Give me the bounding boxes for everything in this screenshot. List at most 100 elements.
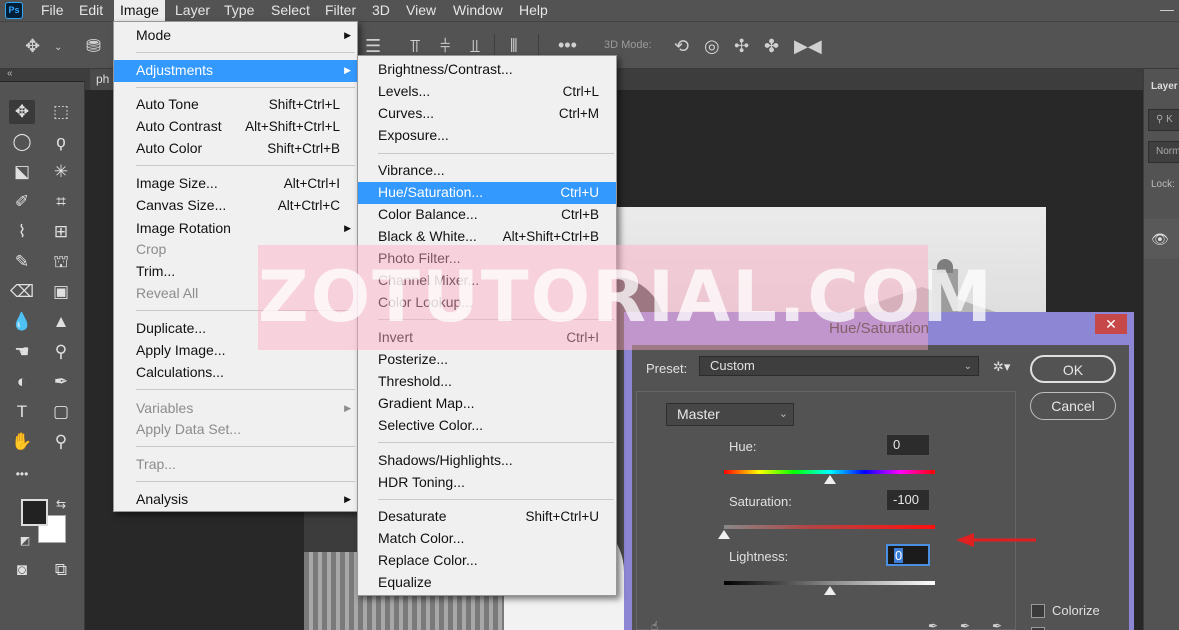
gear-icon[interactable]: ✲▾ bbox=[993, 359, 1010, 375]
menu-item-levels[interactable]: Levels... Ctrl+L bbox=[358, 81, 616, 103]
cancel-button[interactable]: Cancel bbox=[1030, 392, 1116, 420]
layers-panel-title[interactable]: Layer bbox=[1151, 81, 1178, 92]
menu-3d[interactable]: 3D bbox=[366, 0, 396, 21]
3d-pan-icon[interactable]: ✣ bbox=[734, 37, 749, 55]
more-tools-icon[interactable]: ••• bbox=[9, 462, 35, 486]
sharpen-tool-icon[interactable]: ▲ bbox=[48, 310, 74, 334]
menu-item-selective-color[interactable]: Selective Color... bbox=[358, 415, 616, 437]
hue-slider-handle[interactable] bbox=[823, 475, 836, 484]
3d-slide-icon[interactable]: ✤ bbox=[764, 37, 779, 55]
eyedropper-icon[interactable]: ✒ bbox=[928, 619, 938, 630]
chevron-down-icon[interactable]: ⌄ bbox=[54, 39, 62, 57]
menu-item-threshold[interactable]: Threshold... bbox=[358, 371, 616, 393]
menu-item-shadows-highlights[interactable]: Shadows/Highlights... bbox=[358, 450, 616, 472]
blur-tool-icon[interactable]: 💧 bbox=[9, 310, 35, 334]
healing-brush-icon[interactable]: ⌇ bbox=[9, 220, 35, 244]
menu-item-equalize[interactable]: Equalize bbox=[358, 572, 616, 594]
marquee-tool-icon[interactable]: ⬚ bbox=[48, 100, 74, 124]
zoom-tool-icon[interactable]: ⚲ bbox=[48, 430, 74, 454]
menu-item-mode[interactable]: Mode ▶ bbox=[114, 25, 357, 47]
3d-roll-icon[interactable]: ◎ bbox=[704, 37, 720, 55]
auto-select-icon[interactable]: ⛃ bbox=[86, 37, 101, 55]
menu-edit[interactable]: Edit bbox=[73, 0, 109, 21]
menu-layer[interactable]: Layer bbox=[169, 0, 216, 21]
menu-item-hue-saturation[interactable]: Hue/Saturation... Ctrl+U bbox=[358, 182, 616, 204]
menu-item-brightness-contrast[interactable]: Brightness/Contrast... bbox=[358, 59, 616, 81]
menu-item-auto-contrast[interactable]: Auto Contrast Alt+Shift+Ctrl+L bbox=[114, 116, 357, 138]
layer-filter-search[interactable]: ⚲ K bbox=[1148, 109, 1179, 131]
dodge-tool-icon[interactable]: ⚲ bbox=[48, 340, 74, 364]
screen-mode-icon[interactable]: ⧉ bbox=[48, 558, 74, 582]
targeted-adjustment-icon[interactable]: ☝ bbox=[651, 619, 658, 630]
menu-item-exposure[interactable]: Exposure... bbox=[358, 125, 616, 147]
frame-tool-icon[interactable]: ⊞ bbox=[48, 220, 74, 244]
eyedropper-plus-icon[interactable]: ✒ bbox=[960, 619, 970, 630]
burn-tool-icon[interactable]: ◐ bbox=[9, 370, 35, 394]
swap-colors-icon[interactable]: ⇆ bbox=[48, 492, 74, 516]
saturation-slider-handle[interactable] bbox=[718, 530, 730, 539]
type-tool-icon[interactable]: T bbox=[9, 400, 35, 424]
3d-scale-icon[interactable]: ▶◀ bbox=[794, 37, 822, 55]
menu-item-auto-color[interactable]: Auto Color Shift+Ctrl+B bbox=[114, 138, 357, 160]
stamp-tool-icon[interactable]: ⛫ bbox=[48, 250, 74, 274]
lasso-tool-icon[interactable]: ϙ bbox=[48, 130, 74, 154]
menu-item-image-size[interactable]: Image Size... Alt+Ctrl+I bbox=[114, 173, 357, 195]
lightness-input[interactable]: 0 bbox=[886, 544, 930, 566]
menu-help[interactable]: Help bbox=[513, 0, 554, 21]
menu-type[interactable]: Type bbox=[218, 0, 260, 21]
quick-select-icon[interactable]: ✐ bbox=[9, 190, 35, 214]
eyedropper-minus-icon[interactable]: ✒ bbox=[992, 619, 1002, 630]
align-bottom-icon[interactable]: ⫫ bbox=[470, 37, 480, 55]
default-colors-icon[interactable]: ◩ bbox=[12, 529, 38, 553]
align-top-icon[interactable]: ⫪ bbox=[410, 37, 420, 55]
eraser-tool-icon[interactable]: ⌫ bbox=[9, 280, 35, 304]
menu-file[interactable]: File bbox=[35, 0, 70, 21]
preset-select[interactable]: Custom ⌄ bbox=[699, 356, 979, 376]
hand-tool-icon[interactable]: ✋ bbox=[9, 430, 35, 454]
blend-mode-select[interactable]: Norm bbox=[1148, 141, 1179, 163]
menu-item-vibrance[interactable]: Vibrance... bbox=[358, 160, 616, 182]
menu-item-hdr-toning[interactable]: HDR Toning... bbox=[358, 472, 616, 494]
pen-tool-icon[interactable]: ✒ bbox=[48, 370, 74, 394]
move-tool-icon[interactable]: ✥ bbox=[25, 37, 40, 55]
menu-window[interactable]: Window bbox=[447, 0, 509, 21]
smudge-tool-icon[interactable]: ☚ bbox=[9, 340, 35, 364]
ellipse-marquee-icon[interactable]: ◯ bbox=[9, 130, 35, 154]
gradient-tool-icon[interactable]: ▣ bbox=[48, 280, 74, 304]
shape-tool-icon[interactable]: ▢ bbox=[48, 400, 74, 424]
move-tool-icon[interactable]: ✥ bbox=[9, 100, 35, 124]
channel-select[interactable]: Master ⌄ bbox=[666, 403, 794, 426]
object-select-icon[interactable]: ⬕ bbox=[9, 160, 35, 184]
lightness-slider-handle[interactable] bbox=[823, 586, 836, 595]
3d-orbit-icon[interactable]: ⟲ bbox=[674, 37, 689, 55]
minimize-icon[interactable] bbox=[1160, 10, 1174, 11]
menu-item-analysis[interactable]: Analysis ▶ bbox=[114, 489, 357, 511]
menu-item-gradient-map[interactable]: Gradient Map... bbox=[358, 393, 616, 415]
distribute-icon[interactable]: ⫴ bbox=[510, 37, 518, 55]
saturation-input[interactable]: -100 bbox=[886, 489, 930, 511]
menu-item-image-rotation[interactable]: Image Rotation ▶ bbox=[114, 218, 357, 240]
quick-mask-icon[interactable]: ◙ bbox=[9, 558, 35, 582]
menu-filter[interactable]: Filter bbox=[319, 0, 362, 21]
menu-item-replace-color[interactable]: Replace Color... bbox=[358, 550, 616, 572]
foreground-color-swatch[interactable] bbox=[21, 499, 48, 526]
menu-item-auto-tone[interactable]: Auto Tone Shift+Ctrl+L bbox=[114, 94, 357, 116]
collapse-panel-icon[interactable]: « bbox=[0, 69, 85, 81]
brush-tool-icon[interactable]: ✎ bbox=[9, 250, 35, 274]
align-middle-icon[interactable]: ⫩ bbox=[440, 37, 450, 55]
menu-item-adjustments[interactable]: Adjustments ▶ bbox=[114, 60, 357, 82]
menu-item-color-balance[interactable]: Color Balance... Ctrl+B bbox=[358, 204, 616, 226]
menu-item-curves[interactable]: Curves... Ctrl+M bbox=[358, 103, 616, 125]
menu-item-canvas-size[interactable]: Canvas Size... Alt+Ctrl+C bbox=[114, 195, 357, 217]
menu-item-posterize[interactable]: Posterize... bbox=[358, 349, 616, 371]
colorize-checkbox[interactable] bbox=[1031, 604, 1045, 618]
menu-item-match-color[interactable]: Match Color... bbox=[358, 528, 616, 550]
menu-item-calculations[interactable]: Calculations... bbox=[114, 362, 357, 384]
visibility-eye-icon[interactable]: 👁 bbox=[1151, 231, 1175, 248]
ok-button[interactable]: OK bbox=[1030, 355, 1116, 383]
menu-view[interactable]: View bbox=[400, 0, 442, 21]
menu-item-desaturate[interactable]: Desaturate Shift+Ctrl+U bbox=[358, 506, 616, 528]
close-icon[interactable]: ✕ bbox=[1095, 314, 1127, 334]
magic-wand-icon[interactable]: ✳ bbox=[48, 160, 74, 184]
more-options-icon[interactable]: ••• bbox=[558, 36, 577, 54]
